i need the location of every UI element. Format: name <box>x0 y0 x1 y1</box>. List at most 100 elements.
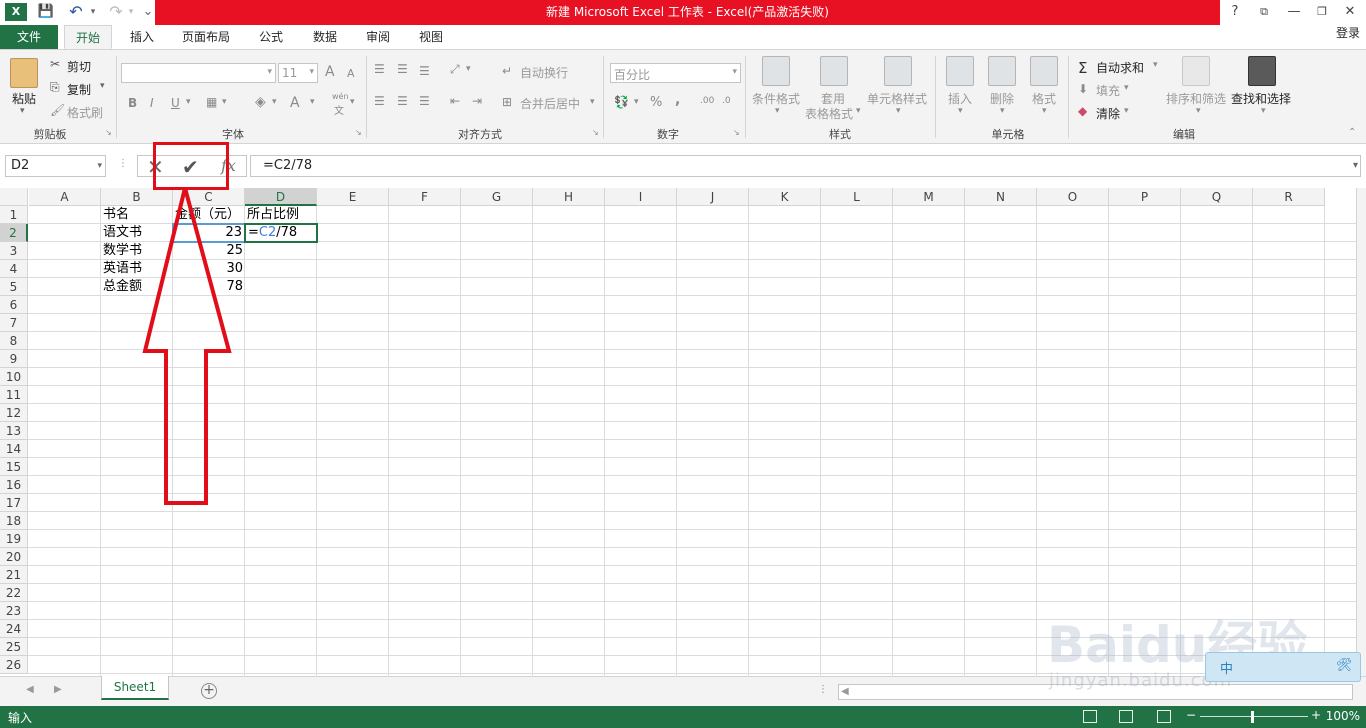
conditional-formatting-icon[interactable] <box>762 56 790 86</box>
border-icon[interactable]: ▦ <box>206 95 217 109</box>
redo-dropdown-icon[interactable]: ▾ <box>126 3 136 21</box>
row-header-3[interactable]: 3 <box>0 242 28 260</box>
align-bottom-icon[interactable]: ☰ <box>419 64 430 78</box>
cell-styles-dropdown-icon[interactable]: ▾ <box>896 106 901 116</box>
column-header-R[interactable]: R <box>1253 188 1325 206</box>
row-header-4[interactable]: 4 <box>0 260 28 278</box>
fill-color-icon[interactable]: ◈ <box>255 94 266 110</box>
fill-button[interactable]: 填充 <box>1096 82 1120 99</box>
font-name-combo[interactable]: ▾ <box>121 63 276 83</box>
autosum-button[interactable]: 自动求和 <box>1096 59 1144 76</box>
normal-view-icon[interactable] <box>1083 710 1097 723</box>
tab-data[interactable]: 数据 <box>304 25 346 49</box>
sort-dropdown-icon[interactable]: ▾ <box>1196 106 1201 116</box>
undo-dropdown-icon[interactable]: ▾ <box>88 3 98 21</box>
increase-decimal-button[interactable]: .00 <box>700 96 714 106</box>
find-dropdown-icon[interactable]: ▾ <box>1261 106 1266 116</box>
find-select-button[interactable]: 查找和选择 <box>1231 90 1291 107</box>
paste-button[interactable]: 粘贴 <box>12 90 36 107</box>
zoom-in-button[interactable]: + <box>1311 708 1321 722</box>
restore-icon[interactable]: ❐ <box>1311 2 1333 22</box>
collapse-ribbon-icon[interactable]: ⌃ <box>1348 127 1356 138</box>
name-box-dropdown-icon[interactable]: ▾ <box>97 156 102 176</box>
scroll-left-icon[interactable]: ◀ <box>841 686 849 697</box>
row-header-8[interactable]: 8 <box>0 332 28 350</box>
copy-button[interactable]: 复制 <box>67 81 91 98</box>
orientation-icon[interactable]: ⤢ <box>450 62 460 77</box>
number-format-combo[interactable]: 百分比 ▾ <box>610 63 741 83</box>
column-header-M[interactable]: M <box>893 188 965 206</box>
ribbon-display-icon[interactable]: ⧉ <box>1253 2 1275 22</box>
customize-qat-icon[interactable]: ⌄ <box>142 3 154 21</box>
column-header-E[interactable]: E <box>317 188 389 206</box>
tab-insert[interactable]: 插入 <box>122 25 162 49</box>
row-header-15[interactable]: 15 <box>0 458 28 476</box>
sheet-tab-sheet1[interactable]: Sheet1 <box>101 676 169 700</box>
increase-indent-icon[interactable]: ⇥ <box>472 94 482 108</box>
page-layout-view-icon[interactable] <box>1119 710 1133 723</box>
row-header-16[interactable]: 16 <box>0 476 28 494</box>
cut-button[interactable]: 剪切 <box>67 58 91 75</box>
wrap-text-button[interactable]: 自动换行 <box>520 64 568 81</box>
row-header-1[interactable]: 1 <box>0 206 28 224</box>
format-as-table-icon[interactable] <box>820 56 848 86</box>
column-header-N[interactable]: N <box>965 188 1037 206</box>
close-icon[interactable]: ✕ <box>1339 2 1361 22</box>
number-launcher-icon[interactable]: ↘ <box>733 128 740 137</box>
column-header-G[interactable]: G <box>461 188 533 206</box>
row-header-7[interactable]: 7 <box>0 314 28 332</box>
decrease-indent-icon[interactable]: ⇤ <box>450 94 460 108</box>
font-launcher-icon[interactable]: ↘ <box>355 128 362 137</box>
align-left-icon[interactable]: ☰ <box>374 94 385 108</box>
percent-style-button[interactable]: % <box>650 95 662 110</box>
column-header-D[interactable]: D <box>245 188 317 206</box>
tab-review[interactable]: 审阅 <box>357 25 399 49</box>
column-header-F[interactable]: F <box>389 188 461 206</box>
decrease-decimal-button[interactable]: .0 <box>722 96 731 106</box>
tab-formulas[interactable]: 公式 <box>250 25 292 49</box>
insert-cells-button[interactable]: 插入 <box>948 90 972 107</box>
format-dropdown-icon[interactable]: ▾ <box>1042 106 1047 116</box>
row-header-9[interactable]: 9 <box>0 350 28 368</box>
row-header-24[interactable]: 24 <box>0 620 28 638</box>
format-as-table-button-line2[interactable]: 表格格式 <box>805 105 853 122</box>
zoom-slider-thumb[interactable] <box>1251 711 1254 723</box>
column-header-Q[interactable]: Q <box>1181 188 1253 206</box>
minimize-icon[interactable]: — <box>1283 2 1305 22</box>
font-color-icon[interactable]: A <box>290 95 300 111</box>
sort-filter-icon[interactable] <box>1182 56 1210 86</box>
cell-styles-icon[interactable] <box>884 56 912 86</box>
insert-dropdown-icon[interactable]: ▾ <box>958 106 963 116</box>
row-header-10[interactable]: 10 <box>0 368 28 386</box>
delete-cells-icon[interactable] <box>988 56 1016 86</box>
align-right-icon[interactable]: ☰ <box>419 94 430 108</box>
font-size-combo[interactable]: 11 ▾ <box>278 63 318 83</box>
orientation-dropdown-icon[interactable]: ▾ <box>466 64 471 74</box>
fill-dropdown-icon[interactable]: ▾ <box>1124 83 1129 93</box>
tab-splitter-icon[interactable]: ⋮ <box>818 684 828 695</box>
phonetic-dropdown-icon[interactable]: ▾ <box>350 97 355 107</box>
italic-button[interactable]: I <box>150 96 154 110</box>
save-icon[interactable]: 💾 <box>36 3 56 21</box>
row-header-2[interactable]: 2 <box>0 224 28 242</box>
column-header-A[interactable]: A <box>29 188 101 206</box>
tab-file[interactable]: 文件 <box>0 25 58 49</box>
column-header-O[interactable]: O <box>1037 188 1109 206</box>
cell-D2[interactable]: =C2/78 <box>244 223 318 243</box>
undo-icon[interactable]: ↶ <box>66 3 86 21</box>
row-header-21[interactable]: 21 <box>0 566 28 584</box>
column-header-P[interactable]: P <box>1109 188 1181 206</box>
add-sheet-button[interactable]: + <box>201 683 217 699</box>
column-header-H[interactable]: H <box>533 188 605 206</box>
row-header-14[interactable]: 14 <box>0 440 28 458</box>
conditional-dropdown-icon[interactable]: ▾ <box>775 106 780 116</box>
row-header-11[interactable]: 11 <box>0 386 28 404</box>
row-header-13[interactable]: 13 <box>0 422 28 440</box>
shrink-font-icon[interactable]: A <box>347 67 355 80</box>
binoculars-icon[interactable] <box>1248 56 1276 86</box>
cell-styles-button[interactable]: 单元格样式 <box>867 90 927 107</box>
merge-center-button[interactable]: 合并后居中 <box>520 95 580 112</box>
format-cells-button[interactable]: 格式 <box>1032 90 1056 107</box>
column-header-K[interactable]: K <box>749 188 821 206</box>
login-link[interactable]: 登录 <box>1336 25 1360 42</box>
